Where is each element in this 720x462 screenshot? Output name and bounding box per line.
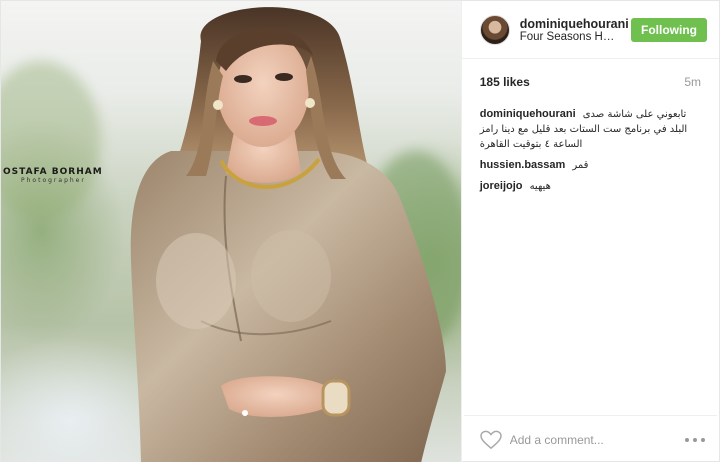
header-username[interactable]: dominiquehourani: [520, 17, 631, 31]
comment-item: joreijojo هيهيه: [480, 179, 701, 194]
more-options-icon[interactable]: [685, 437, 705, 442]
post-side-panel: dominiquehourani Four Seasons Ho... Foll…: [460, 1, 719, 462]
comment-list: dominiquehourani تابعوني على شاشة صدى ال…: [462, 99, 719, 415]
instagram-post: OSTAFA BORHAM Photographer dominiquehour…: [0, 0, 720, 462]
post-stats: 185 likes 5m: [462, 59, 719, 99]
dot: [701, 437, 705, 442]
watermark-subtitle: Photographer: [21, 177, 86, 184]
comment-username[interactable]: hussien.bassam: [480, 159, 566, 171]
comment-text: قمر: [572, 160, 589, 171]
post-header: dominiquehourani Four Seasons Ho... Foll…: [461, 1, 719, 59]
post-time[interactable]: 5m: [684, 75, 701, 99]
post-photo[interactable]: OSTAFA BORHAM Photographer: [1, 1, 461, 462]
comment-item: hussien.bassam قمر: [480, 158, 701, 173]
comment-username[interactable]: joreijojo: [480, 180, 523, 192]
following-button[interactable]: Following: [631, 17, 707, 42]
avatar[interactable]: [479, 14, 510, 45]
woman-figure: [130, 7, 446, 462]
comment-item: dominiquehourani تابعوني على شاشة صدى ال…: [480, 107, 701, 152]
location-link[interactable]: Four Seasons Ho...: [520, 31, 616, 43]
dot: [685, 437, 689, 442]
comment-username[interactable]: dominiquehourani: [480, 108, 576, 120]
likes-count[interactable]: 185 likes: [480, 75, 530, 99]
watermark-title: OSTAFA BORHAM: [3, 167, 103, 177]
heart-icon[interactable]: [479, 430, 502, 450]
comment-text: هيهيه: [529, 181, 551, 192]
comment-bar: [463, 415, 717, 462]
add-comment-input[interactable]: [509, 432, 685, 447]
dot: [693, 437, 697, 442]
photographer-watermark: OSTAFA BORHAM Photographer: [3, 167, 103, 184]
user-meta: dominiquehourani Four Seasons Ho...: [520, 17, 631, 43]
